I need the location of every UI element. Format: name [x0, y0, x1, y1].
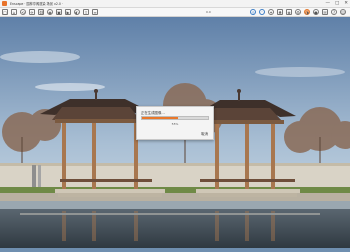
- progress-text: 55%: [171, 122, 179, 126]
- visual-settings-icon[interactable]: ◑: [304, 9, 310, 15]
- terrace: [0, 193, 350, 201]
- asset-library-icon[interactable]: ♣: [277, 9, 283, 15]
- dialog-title: 正在生成图像…: [141, 111, 165, 115]
- home-icon[interactable]: ⌂: [11, 9, 17, 15]
- progress-bar: [141, 116, 209, 120]
- toolbar-left-group: ▢ ⌂ ⟲ ✈ ⛓ ◉ ▣ ▶ ◐ ⇪ ≡: [2, 9, 98, 15]
- window-title: Enscape · 园林亭阁渲染 场景 v2.0 ·: [10, 2, 63, 6]
- sun-icon[interactable]: ☼: [250, 9, 256, 15]
- walk-icon[interactable]: ⟲: [20, 9, 26, 15]
- maximize-button[interactable]: □: [335, 1, 339, 6]
- cloud: [0, 51, 80, 63]
- main-toolbar: ▢ ⌂ ⟲ ✈ ⛓ ◉ ▣ ▶ ◐ ⇪ ≡ 0.0 ☼ ◌ ✦ ♣ ◈ ⚙ ◑ …: [0, 8, 350, 17]
- title-bar: Enscape · 园林亭阁渲染 场景 v2.0 · — □ ✕: [0, 0, 350, 8]
- cancel-button[interactable]: 取消: [199, 131, 210, 136]
- toolbar-right-group: ☼ ◌ ✦ ♣ ◈ ⚙ ◑ ● ✉ ? ☺: [250, 9, 346, 15]
- cloud: [255, 67, 345, 77]
- close-button[interactable]: ✕: [344, 1, 348, 6]
- toolbar-center-group: 0.0: [206, 9, 211, 15]
- material-editor-icon[interactable]: ◈: [286, 9, 292, 15]
- wall-cap: [0, 163, 350, 166]
- progress-fill: [142, 117, 179, 119]
- fly-icon[interactable]: ✈: [29, 9, 35, 15]
- view-value-readout: 0.0: [206, 10, 211, 14]
- garden-wall: [0, 165, 350, 187]
- window-controls: — □ ✕: [325, 0, 348, 7]
- app-logo-icon: [2, 1, 7, 6]
- export-icon[interactable]: ⇪: [83, 9, 89, 15]
- wall-post: [38, 165, 41, 187]
- minimize-button[interactable]: —: [325, 1, 330, 6]
- link-icon[interactable]: ⛓: [38, 9, 44, 15]
- screenshot-icon[interactable]: ▣: [56, 9, 62, 15]
- settings-icon[interactable]: ⚙: [295, 9, 301, 15]
- pond-edge: [0, 201, 350, 209]
- folder-icon[interactable]: ▢: [2, 9, 8, 15]
- wall-post: [32, 165, 36, 187]
- account-icon[interactable]: ☺: [340, 9, 346, 15]
- light-view-icon[interactable]: ✦: [268, 9, 274, 15]
- render-progress-dialog: 正在生成图像… 55% 取消: [136, 106, 214, 140]
- help-icon[interactable]: ?: [331, 9, 337, 15]
- camera-icon[interactable]: ◉: [47, 9, 53, 15]
- video-icon[interactable]: ▶: [65, 9, 71, 15]
- panorama-icon[interactable]: ◐: [74, 9, 80, 15]
- feedback-icon[interactable]: ✉: [322, 9, 328, 15]
- render-icon[interactable]: ●: [313, 9, 319, 15]
- atmosphere-icon[interactable]: ◌: [259, 9, 265, 15]
- batch-icon[interactable]: ≡: [92, 9, 98, 15]
